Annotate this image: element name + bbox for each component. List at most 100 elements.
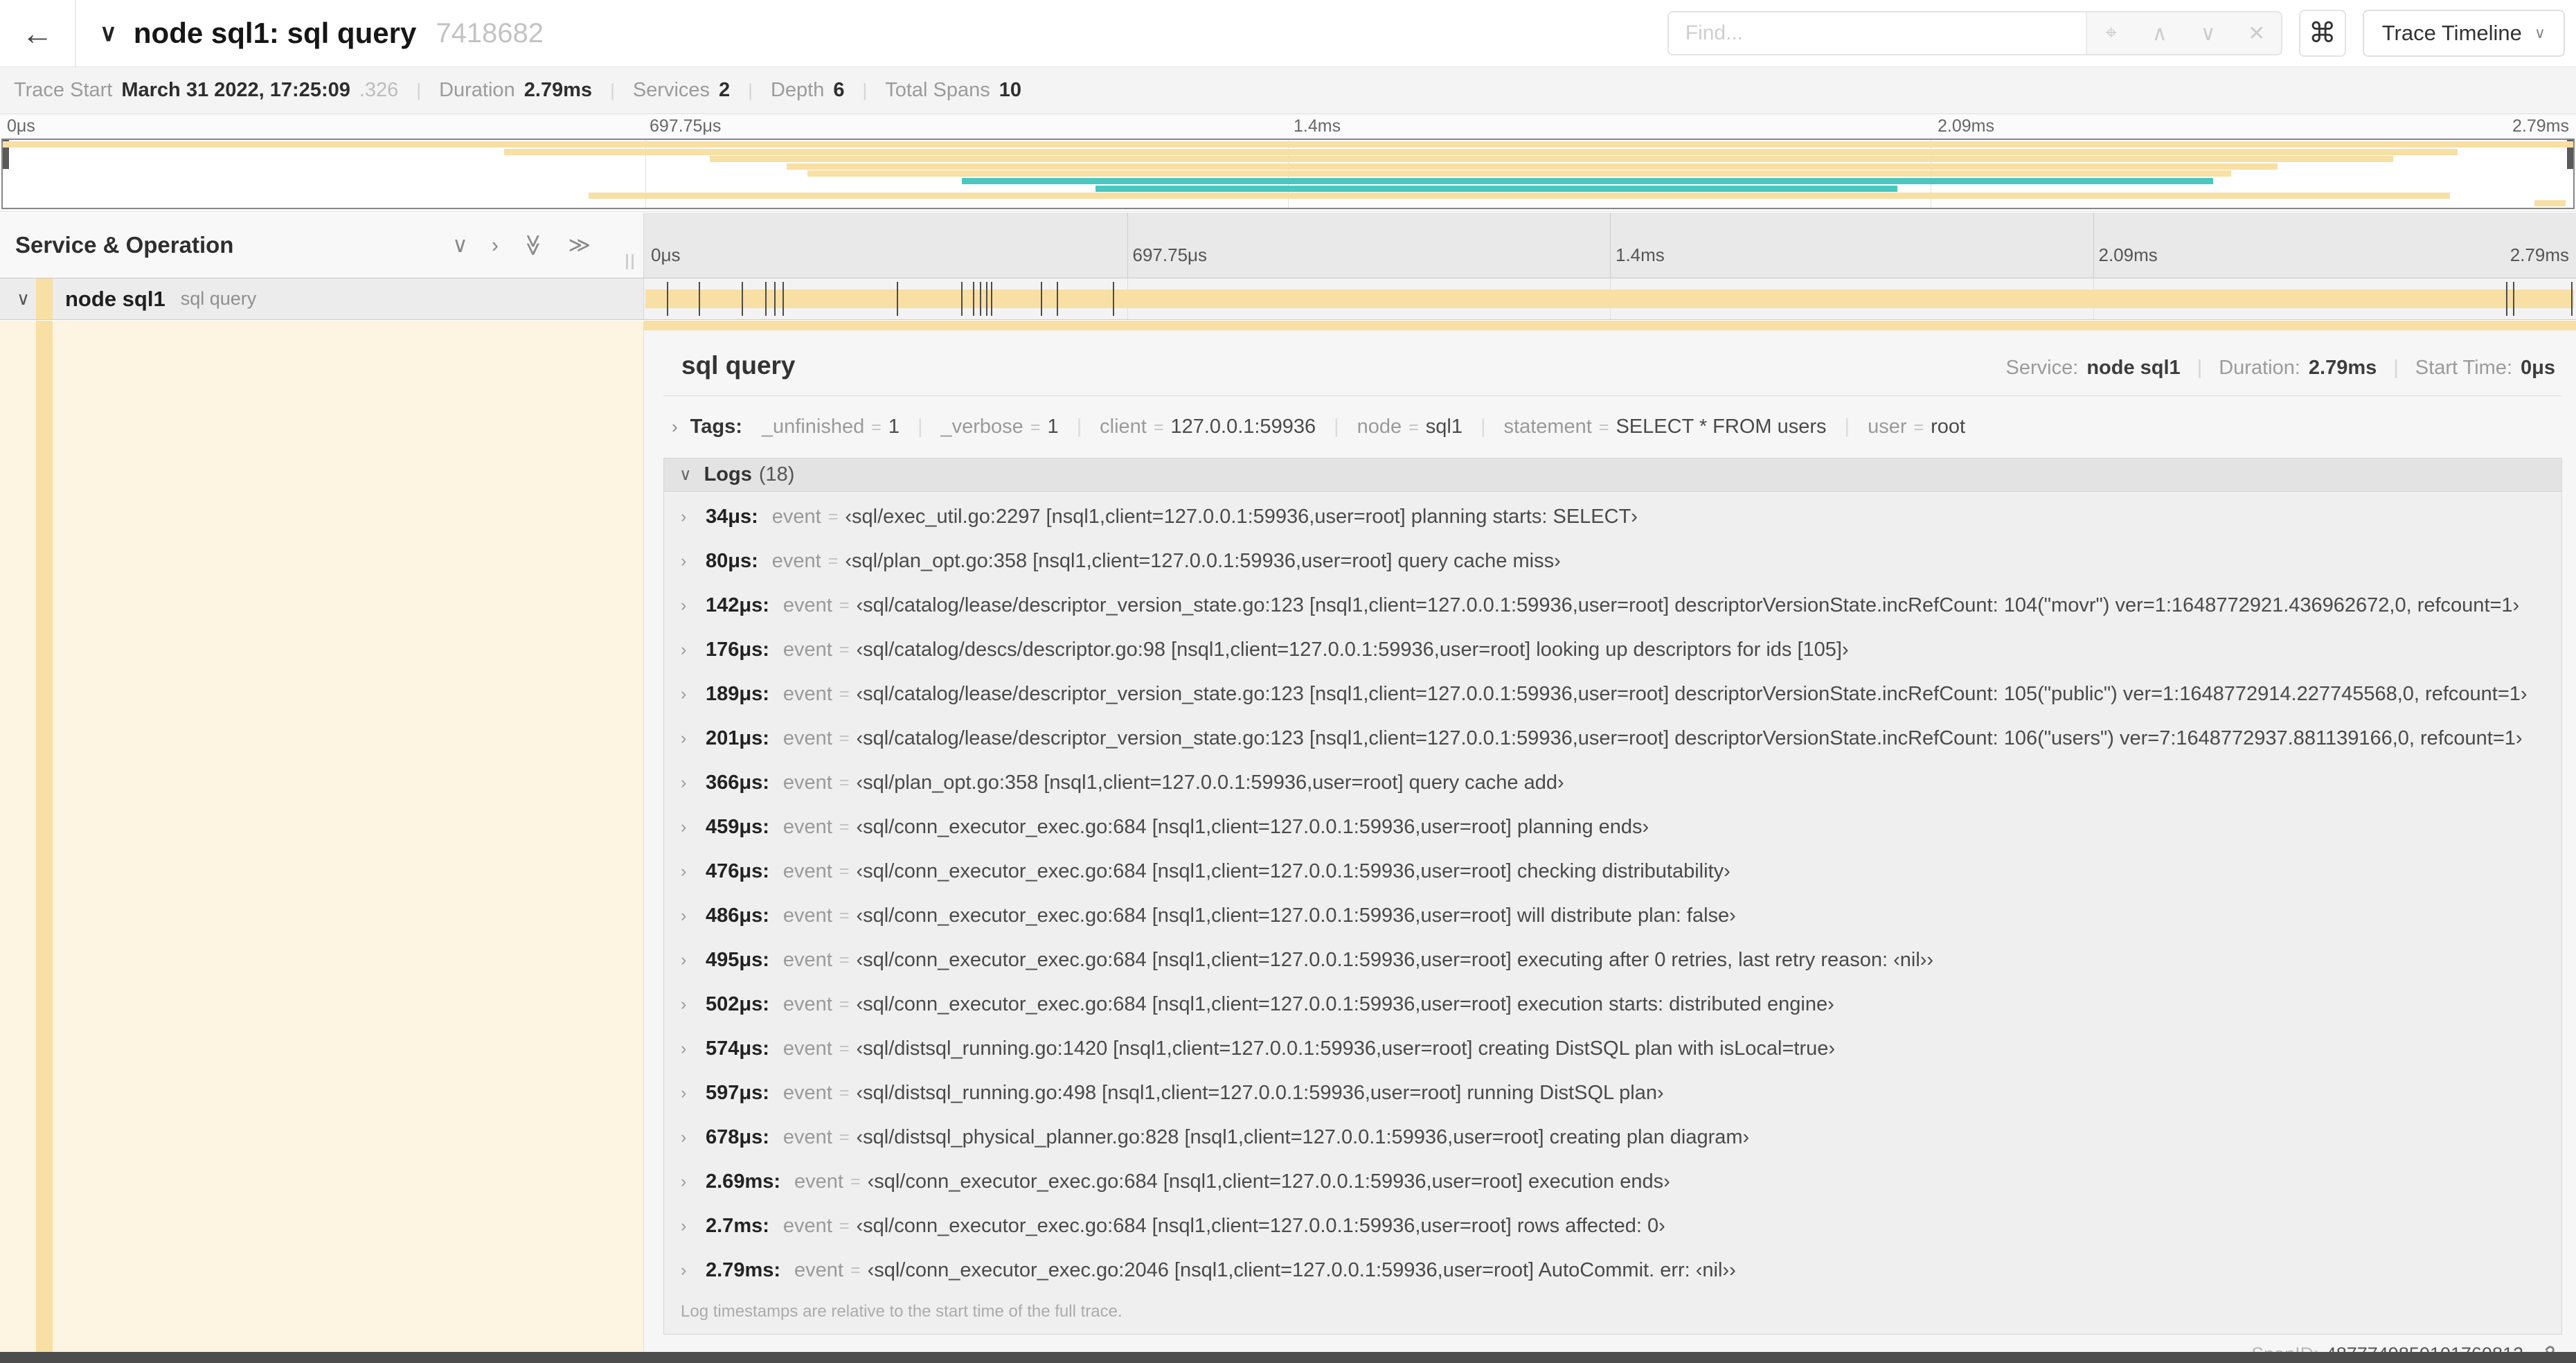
tag-key: _verbose <box>940 416 1023 438</box>
overview-time-label: 1.4ms <box>1294 116 1341 136</box>
meta-item: Depth 6 <box>771 79 845 102</box>
detail-stats: Service: node sql1 | Duration: 2.79ms | … <box>2006 357 2555 380</box>
log-entry[interactable]: › 2.69ms: event = ‹sql/conn_executor_exec.go… <box>664 1159 2561 1204</box>
log-entry[interactable]: › 2.79ms: event = ‹sql/conn_executor_exec.go… <box>664 1248 2561 1292</box>
stat-separator: | <box>2197 357 2203 379</box>
log-tick-marker <box>897 282 899 316</box>
span-bar-cell[interactable] <box>644 278 2576 319</box>
timeline-collapse-controls: ∨ › ≫ ≫ <box>452 233 591 258</box>
tags-row[interactable]: › Tags: _unfinished = 1 | _verbose = 1 | client =… <box>663 416 2562 438</box>
trace-meta-bar: Trace Start March 31 2022, 17:25:09 .326 | D… <box>0 66 2576 114</box>
tag-item: node = sql1 <box>1357 416 1463 438</box>
clear-search-button[interactable]: ✕ <box>2233 21 2281 46</box>
log-entry[interactable]: › 176μs: event = ‹sql/catalog/descs/descript… <box>664 627 2561 672</box>
chevron-down-icon: ∨ <box>679 465 692 484</box>
log-tick-marker <box>667 282 669 316</box>
log-entry[interactable]: › 189μs: event = ‹sql/catalog/lease/descript… <box>664 672 2561 716</box>
log-entry[interactable]: › 459μs: event = ‹sql/conn_executor_exec.go:… <box>664 805 2561 849</box>
log-entry[interactable]: › 142μs: event = ‹sql/catalog/lease/descript… <box>664 583 2561 627</box>
log-field-key: event <box>782 815 832 838</box>
span-detail-panel: sql query Service: node sql1 | Duration:… <box>644 321 2576 1352</box>
tag-item: statement = SELECT * FROM users <box>1504 416 1827 438</box>
tag-key: user <box>1868 416 1907 438</box>
overview-span-bar <box>503 148 2458 155</box>
column-resize-grip[interactable] <box>626 254 634 269</box>
equals-sign: = <box>850 1260 861 1280</box>
equals-sign: = <box>871 418 882 437</box>
log-field-value: ‹sql/exec_util.go:2297 [nsql1,client=127… <box>845 505 1638 528</box>
log-entry[interactable]: › 366μs: event = ‹sql/plan_opt.go:358 [nsql1… <box>664 760 2561 805</box>
log-tick-marker <box>765 282 767 316</box>
tag-key: statement <box>1503 416 1592 438</box>
log-field-key: event <box>782 1081 832 1104</box>
bottom-edge-strip <box>0 1352 2576 1363</box>
log-timestamp: 502μs: <box>706 992 769 1015</box>
log-entry[interactable]: › 2.7ms: event = ‹sql/conn_executor_exec.go:… <box>664 1204 2561 1248</box>
expand-one-icon[interactable]: › <box>492 233 499 258</box>
chevron-right-icon: › <box>681 595 687 615</box>
log-entry[interactable]: › 476μs: event = ‹sql/conn_executor_exec.go:… <box>664 849 2561 893</box>
overview-label-row: 0μs 697.75μs 1.4ms 2.09ms 2.79ms <box>0 115 2576 139</box>
locate-icon[interactable]: ⌖ <box>2087 21 2136 45</box>
duration-stat-value: 2.79ms <box>2308 357 2377 379</box>
chevron-right-icon: › <box>681 1127 687 1147</box>
next-match-button[interactable]: ∨ <box>2184 21 2233 46</box>
meta-separator: | <box>610 80 615 100</box>
equals-sign: = <box>839 728 850 748</box>
tag-value: 127.0.0.1:59936 <box>1170 416 1316 438</box>
view-select-button[interactable]: Trace Timeline ∨ <box>2362 10 2565 57</box>
top-bar-actions: ⌖ ∧ ∨ ✕ ⌘ Trace Timeline ∨ <box>1667 10 2565 57</box>
log-entry[interactable]: › 495μs: event = ‹sql/conn_executor_exec.go:… <box>664 938 2561 982</box>
collapse-all-icon[interactable]: ≫ <box>521 234 546 256</box>
equals-sign: = <box>1153 418 1164 437</box>
collapse-one-icon[interactable]: ∨ <box>452 233 468 258</box>
equals-sign: = <box>1030 418 1041 437</box>
title-collapse-chevron-icon[interactable]: ∨ <box>100 19 117 47</box>
log-field-key: event <box>782 992 832 1015</box>
log-timestamp: 142μs: <box>706 594 769 616</box>
logs-header[interactable]: ∨ Logs (18) <box>664 458 2561 492</box>
equals-sign: = <box>839 817 850 837</box>
log-field-value: ‹sql/conn_executor_exec.go:684 [nsql1,cl… <box>856 815 1649 838</box>
back-arrow-icon: ← <box>21 15 53 51</box>
span-collapse-chevron-icon[interactable]: ∨ <box>17 288 30 310</box>
find-input[interactable] <box>1668 12 2086 54</box>
chevron-right-icon: › <box>681 817 687 837</box>
log-tick-marker <box>1040 282 1042 316</box>
log-entry[interactable]: › 486μs: event = ‹sql/conn_executor_exec.go:… <box>664 893 2561 938</box>
chevron-right-icon: › <box>681 861 687 881</box>
expand-all-icon[interactable]: ≫ <box>569 233 591 258</box>
meta-suffix: .326 <box>359 79 399 101</box>
overview-span-bar <box>3 141 2573 148</box>
back-button[interactable]: ← <box>0 0 76 66</box>
log-entry[interactable]: › 574μs: event = ‹sql/distsql_running.go:142… <box>664 1026 2561 1071</box>
span-row-name-cell[interactable]: ∨ node sql1 sql query <box>0 278 644 319</box>
chevron-right-icon: › <box>681 1260 687 1280</box>
log-entry[interactable]: › 201μs: event = ‹sql/catalog/lease/descript… <box>664 716 2561 760</box>
tag-separator: | <box>1076 416 1082 438</box>
log-entry[interactable]: › 597μs: event = ‹sql/distsql_running.go:498… <box>664 1071 2561 1115</box>
tag-value: sql1 <box>1425 416 1463 438</box>
log-field-value: ‹sql/plan_opt.go:358 [nsql1,client=127.0… <box>845 549 1561 572</box>
log-field-key: event <box>771 549 821 572</box>
deep-link-icon[interactable] <box>2533 1342 2557 1352</box>
log-entry[interactable]: › 80μs: event = ‹sql/plan_opt.go:358 [nsql1,… <box>664 539 2561 583</box>
log-entry[interactable]: › 34μs: event = ‹sql/exec_util.go:2297 [nsql… <box>664 495 2561 539</box>
start-time-stat-label: Start Time: <box>2415 357 2512 379</box>
log-entry[interactable]: › 678μs: event = ‹sql/distsql_physical_plann… <box>664 1115 2561 1159</box>
chevron-right-icon: › <box>681 506 687 526</box>
logs-accordion: ∨ Logs (18) › 34μs: event = ‹sql/exec_util.g… <box>663 458 2562 1335</box>
overview-canvas[interactable] <box>1 139 2575 209</box>
stat-separator: | <box>2393 357 2399 379</box>
span-row[interactable]: ∨ node sql1 sql query <box>0 278 2576 320</box>
meta-separator: | <box>748 80 753 100</box>
keyboard-shortcuts-button[interactable]: ⌘ <box>2298 10 2346 57</box>
prev-match-button[interactable]: ∧ <box>2136 21 2184 46</box>
log-tick-marker <box>742 282 743 316</box>
equals-sign: = <box>839 1127 850 1147</box>
span-duration-bar[interactable] <box>645 289 2574 308</box>
log-entry[interactable]: › 502μs: event = ‹sql/conn_executor_exec.go:… <box>664 982 2561 1026</box>
equals-sign: = <box>850 1171 861 1191</box>
meta-label: Services <box>632 79 710 101</box>
log-timestamp: 495μs: <box>706 948 769 971</box>
